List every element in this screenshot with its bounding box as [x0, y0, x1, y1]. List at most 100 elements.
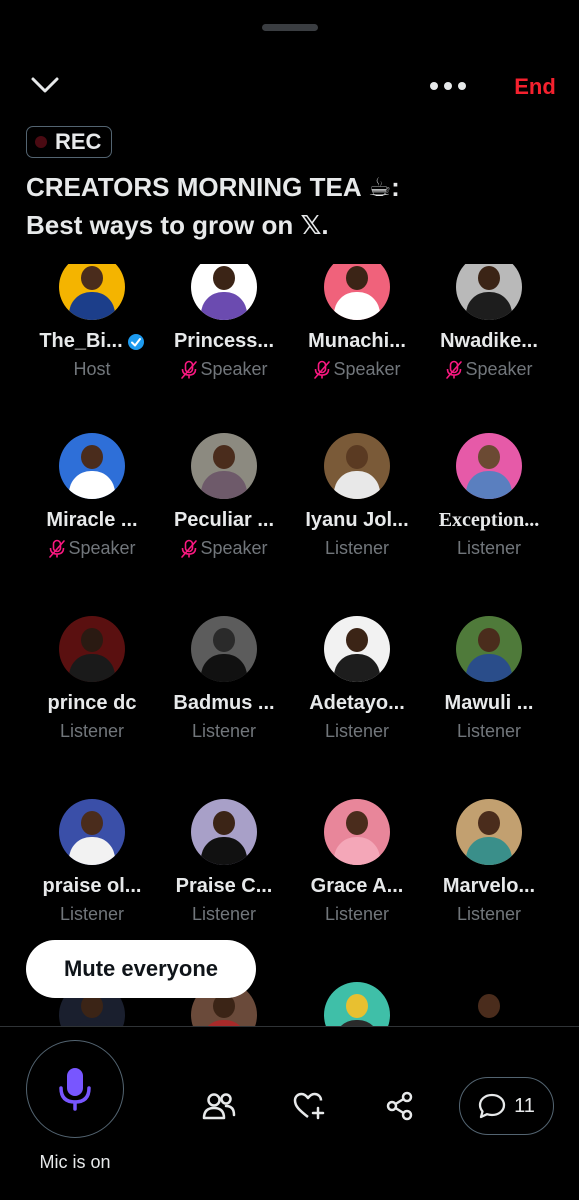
- participant-role: Host: [73, 359, 110, 380]
- participant-name-text: Adetayo...: [309, 692, 405, 714]
- participant-role: Speaker: [48, 538, 136, 559]
- mic-muted-icon: [181, 360, 198, 379]
- people-icon: [202, 1093, 236, 1120]
- participant-card[interactable]: Peculiar ... Speaker: [158, 433, 290, 559]
- participant-card[interactable]: Miracle ... Speaker: [26, 433, 158, 559]
- participant-role-text: Listener: [59, 904, 125, 924]
- participant-name: Exception...: [439, 509, 540, 532]
- participant-name: The_Bi...: [39, 330, 144, 353]
- participant-role-text: Speaker: [333, 359, 401, 379]
- participant-name: Adetayo...: [309, 692, 405, 715]
- mic-muted-icon: [314, 360, 331, 379]
- avatar: [456, 433, 522, 499]
- participant-name-text: Marvelo...: [442, 875, 536, 897]
- participant-name-text: Princess...: [173, 330, 275, 352]
- participant-role-text: Listener: [456, 721, 522, 741]
- participant-role-text: Listener: [59, 721, 125, 741]
- participant-role-text: Listener: [324, 904, 390, 924]
- participant-card[interactable]: The_Bi... Host: [26, 264, 158, 380]
- avatar: [456, 982, 522, 1026]
- participant-name: Princess...: [174, 330, 274, 353]
- participant-card[interactable]: Nwadike... Speaker: [423, 264, 555, 380]
- avatar: [191, 433, 257, 499]
- mic-muted-icon: [446, 360, 463, 379]
- participant-role: Listener: [60, 904, 124, 925]
- participant-card[interactable]: [423, 982, 555, 1026]
- participant-name: Badmus ...: [173, 692, 274, 715]
- avatar: [191, 616, 257, 682]
- participant-name-text: Peculiar ...: [173, 509, 275, 531]
- participant-name-text: praise ol...: [42, 875, 142, 897]
- share-icon: [386, 1091, 413, 1121]
- participant-name: Peculiar ...: [174, 509, 274, 532]
- participant-card[interactable]: Grace A... Listener: [291, 799, 423, 925]
- participant-name-text: Nwadike...: [440, 330, 538, 352]
- participant-role-text: Speaker: [68, 538, 136, 558]
- mic-status-label: Mic is on: [39, 1152, 111, 1172]
- avatar: [324, 616, 390, 682]
- participant-card[interactable]: [291, 982, 423, 1026]
- participant-name-text: Mawuli ...: [444, 692, 534, 714]
- avatar: [191, 264, 257, 320]
- avatar: [59, 616, 125, 682]
- avatar: [456, 264, 522, 320]
- participant-name-text: Grace A...: [310, 875, 404, 897]
- participant-name: Praise C...: [176, 875, 273, 898]
- participant-card[interactable]: prince dc Listener: [26, 616, 158, 742]
- avatar: [191, 799, 257, 865]
- participant-name: Marvelo...: [443, 875, 535, 898]
- participant-grid: The_Bi... Host Princess... Speaker Munachi..…: [0, 0, 579, 1200]
- participant-name-text: Munachi...: [308, 330, 406, 352]
- avatar: [456, 799, 522, 865]
- participant-role-text: Listener: [324, 538, 390, 558]
- participant-role-text: Listener: [456, 538, 522, 558]
- avatar: [59, 799, 125, 865]
- participant-role-text: Host: [73, 359, 111, 379]
- avatar: [59, 433, 125, 499]
- participant-role-text: Speaker: [200, 538, 268, 558]
- share-button[interactable]: [378, 1084, 422, 1128]
- participant-role: Listener: [325, 904, 389, 925]
- mic-button[interactable]: [26, 1040, 124, 1138]
- comments-button[interactable]: 11: [459, 1077, 554, 1135]
- spaces-screen: End REC CREATORS MORNING TEA ☕: Best way…: [0, 0, 579, 1200]
- comment-count: 11: [514, 1094, 535, 1117]
- participant-card[interactable]: Princess... Speaker: [158, 264, 290, 380]
- participant-role: Listener: [192, 721, 256, 742]
- mute-everyone-button[interactable]: Mute everyone: [26, 940, 256, 998]
- participant-role: Listener: [60, 721, 124, 742]
- avatar: [324, 982, 390, 1026]
- react-button[interactable]: [288, 1084, 332, 1128]
- participant-card[interactable]: Marvelo... Listener: [423, 799, 555, 925]
- participant-name: Iyanu Jol...: [305, 509, 408, 532]
- participant-role: Listener: [325, 721, 389, 742]
- participant-card[interactable]: Praise C... Listener: [158, 799, 290, 925]
- participant-name-text: Iyanu Jol...: [305, 509, 409, 531]
- participant-card[interactable]: Exception... Listener: [423, 433, 555, 559]
- participant-role: Speaker: [313, 359, 401, 380]
- participant-name: Grace A...: [311, 875, 404, 898]
- participant-role-text: Speaker: [465, 359, 533, 379]
- participant-name: prince dc: [48, 692, 137, 715]
- participant-name: praise ol...: [43, 875, 142, 898]
- participant-name: Mawuli ...: [445, 692, 534, 715]
- participant-card[interactable]: Mawuli ... Listener: [423, 616, 555, 742]
- participant-role-text: Listener: [191, 904, 257, 924]
- participant-name-text: Badmus ...: [173, 692, 275, 714]
- participant-card[interactable]: praise ol... Listener: [26, 799, 158, 925]
- participant-card[interactable]: Adetayo... Listener: [291, 616, 423, 742]
- avatar: [324, 433, 390, 499]
- participant-name: Munachi...: [308, 330, 406, 353]
- participant-name: Nwadike...: [440, 330, 538, 353]
- participant-scroll-area[interactable]: The_Bi... Host Princess... Speaker Munachi..…: [0, 264, 579, 1026]
- participant-card[interactable]: Badmus ... Listener: [158, 616, 290, 742]
- participant-role: Speaker: [180, 538, 268, 559]
- participant-card[interactable]: Iyanu Jol... Listener: [291, 433, 423, 559]
- participants-button[interactable]: [197, 1084, 241, 1128]
- participant-card[interactable]: Munachi... Speaker: [291, 264, 423, 380]
- participant-name-text: Miracle ...: [46, 509, 138, 531]
- comment-bubble-icon: [478, 1093, 506, 1119]
- participant-role-text: Speaker: [200, 359, 268, 379]
- mic-muted-icon: [49, 539, 66, 558]
- avatar: [59, 264, 125, 320]
